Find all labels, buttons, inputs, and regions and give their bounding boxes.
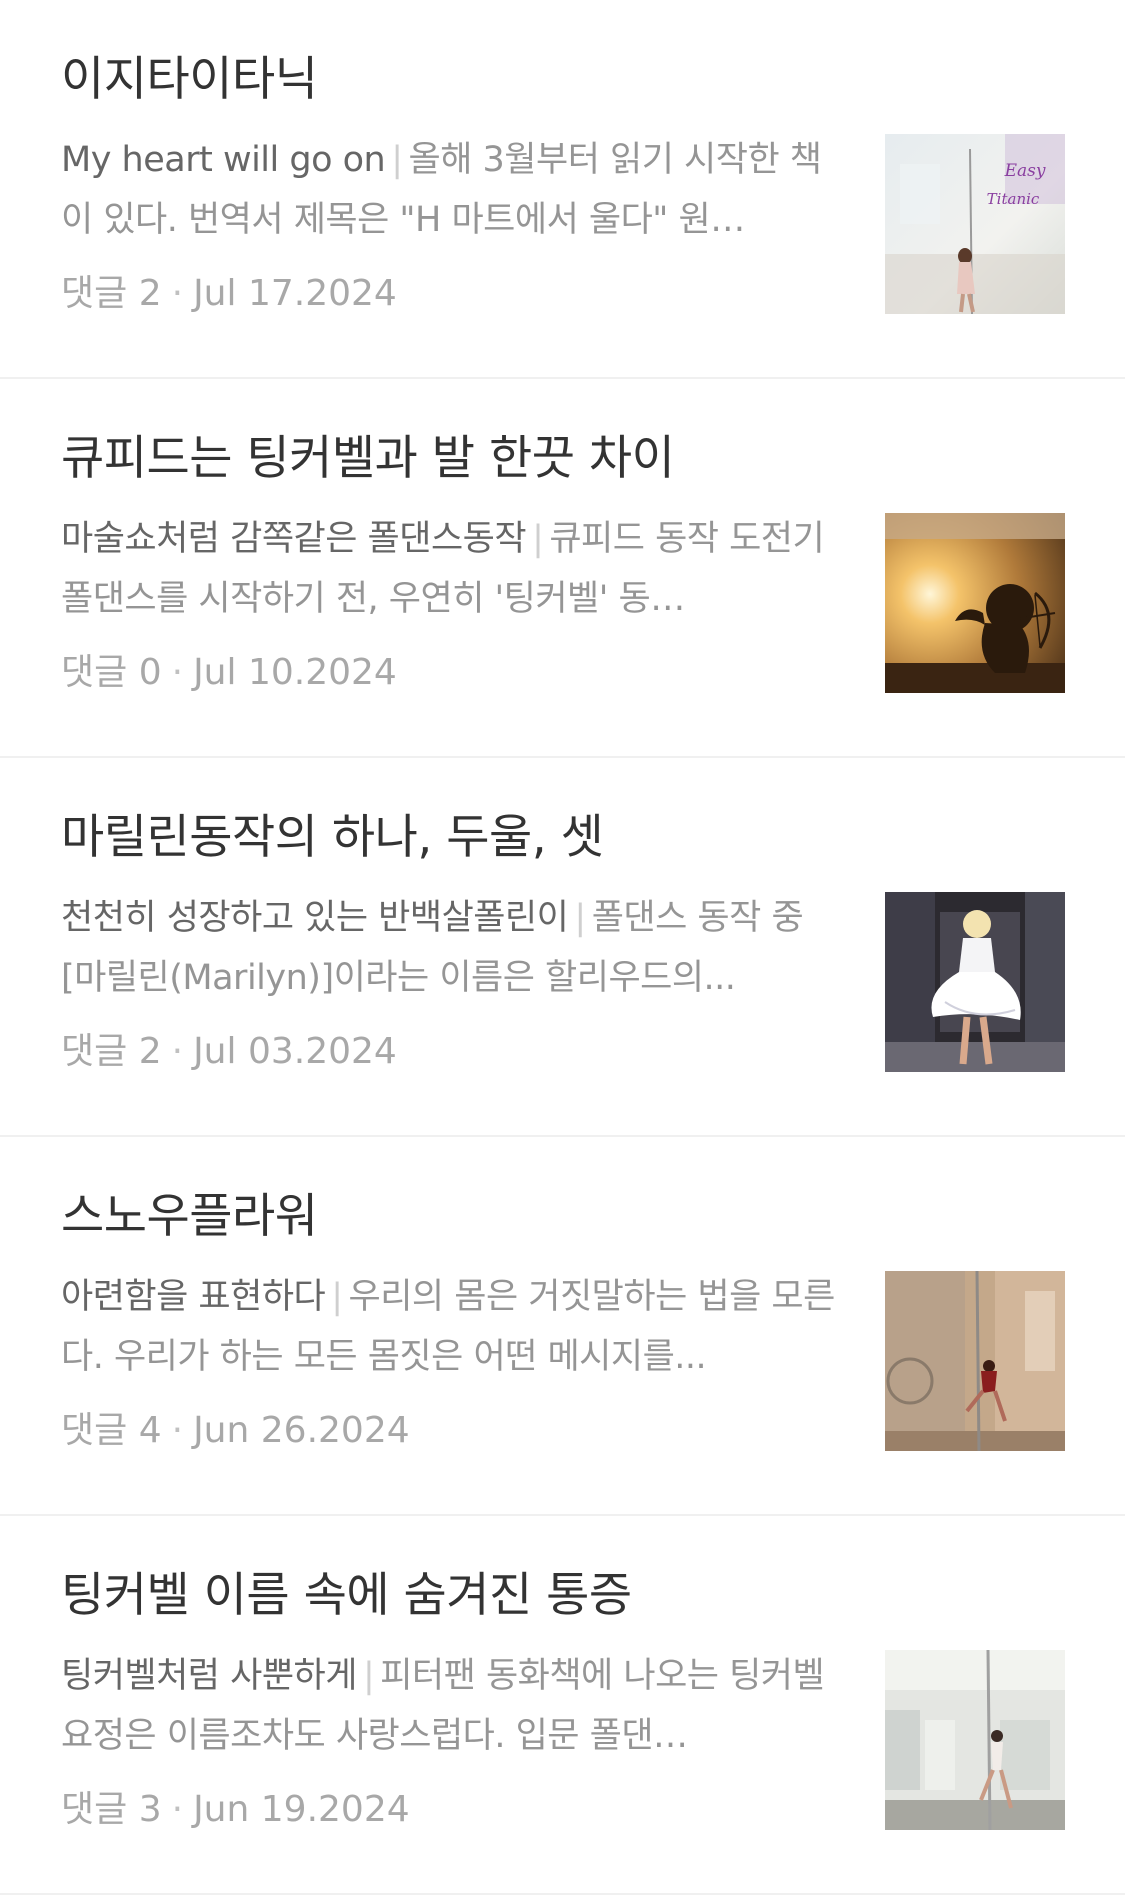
comment-label: 댓글 bbox=[61, 1410, 128, 1451]
meta-dot: · bbox=[171, 273, 184, 314]
post-thumbnail[interactable] bbox=[885, 513, 1065, 693]
post-date: Jul 03.2024 bbox=[193, 1031, 397, 1072]
separator: | bbox=[574, 898, 586, 938]
separator: | bbox=[331, 1277, 343, 1317]
thumbnail-image: Easy Titanic bbox=[885, 134, 1065, 314]
post-excerpt[interactable]: 아련함을 표현하다 | 우리의 몸은 거짓말하는 법을 모른다. 우리가 하는 모든… bbox=[61, 1267, 836, 1387]
post-meta: 댓글 4 · Jun 26.2024 bbox=[61, 1407, 410, 1455]
post-list: 이지타이타닉 My heart will go on | 올해 3월부터 읽기 시작… bbox=[0, 0, 1125, 1896]
post-date: Jun 26.2024 bbox=[193, 1410, 410, 1451]
post-excerpt[interactable]: 천천히 성장하고 있는 반백살폴린이 | 폴댄스 동작 중 [마릴린(Marilyn… bbox=[61, 888, 836, 1008]
post-date: Jul 10.2024 bbox=[193, 652, 397, 693]
post-title[interactable]: 이지타이타닉 bbox=[61, 48, 1065, 112]
post-title[interactable]: 팅커벨 이름 속에 숨겨진 통증 bbox=[61, 1564, 1065, 1628]
post-title[interactable]: 스노우플라워 bbox=[61, 1185, 1065, 1249]
post-meta: 댓글 0 · Jul 10.2024 bbox=[61, 649, 397, 697]
comment-label: 댓글 bbox=[61, 1031, 128, 1072]
post-excerpt[interactable]: 마술쇼처럼 감쪽같은 폴댄스동작 | 큐피드 동작 도전기 폴댄스를 시작하기 전,… bbox=[61, 509, 836, 629]
comment-label: 댓글 bbox=[61, 652, 128, 693]
post-thumbnail[interactable] bbox=[885, 1271, 1065, 1451]
post-date: Jul 17.2024 bbox=[193, 273, 397, 314]
post-thumbnail[interactable] bbox=[885, 1650, 1065, 1830]
thumb-text-titanic: Titanic bbox=[987, 190, 1040, 208]
comment-count: 4 bbox=[138, 1410, 162, 1451]
post-item[interactable]: 이지타이타닉 My heart will go on | 올해 3월부터 읽기 시작… bbox=[0, 0, 1125, 379]
comment-label: 댓글 bbox=[61, 1789, 128, 1830]
post-excerpt[interactable]: My heart will go on | 올해 3월부터 읽기 시작한 책이 있다… bbox=[61, 130, 836, 250]
comment-count: 2 bbox=[138, 1031, 162, 1072]
meta-dot: · bbox=[171, 1410, 184, 1451]
post-excerpt[interactable]: 팅커벨처럼 사뿐하게 | 피터팬 동화책에 나오는 팅커벨 요정은 이름조차도 사랑… bbox=[61, 1646, 836, 1766]
comment-count: 2 bbox=[138, 273, 162, 314]
separator: | bbox=[362, 1656, 375, 1696]
thumb-text-easy: Easy bbox=[1004, 161, 1046, 181]
thumbnail-image bbox=[885, 892, 1065, 1072]
post-title[interactable]: 마릴린동작의 하나, 두울, 셋 bbox=[61, 806, 1065, 870]
meta-dot: · bbox=[171, 652, 184, 693]
post-item[interactable]: 큐피드는 팅커벨과 발 한끗 차이 마술쇼처럼 감쪽같은 폴댄스동작 | 큐피드 동… bbox=[0, 379, 1125, 758]
post-subtitle: 아련함을 표현하다 bbox=[61, 1277, 326, 1317]
post-item[interactable]: 스노우플라워 아련함을 표현하다 | 우리의 몸은 거짓말하는 법을 모른다. 우리… bbox=[0, 1137, 1125, 1516]
post-item[interactable]: 마릴린동작의 하나, 두울, 셋 천천히 성장하고 있는 반백살폴린이 | 폴댄스 … bbox=[0, 758, 1125, 1137]
post-subtitle: 마술쇼처럼 감쪽같은 폴댄스동작 bbox=[61, 519, 527, 559]
thumbnail-image bbox=[885, 513, 1065, 693]
post-thumbnail[interactable] bbox=[885, 892, 1065, 1072]
post-subtitle: 팅커벨처럼 사뿐하게 bbox=[61, 1656, 357, 1696]
post-thumbnail[interactable]: Easy Titanic bbox=[885, 134, 1065, 314]
comment-label: 댓글 bbox=[61, 273, 128, 314]
post-meta: 댓글 2 · Jul 17.2024 bbox=[61, 270, 397, 318]
post-item[interactable]: 팅커벨 이름 속에 숨겨진 통증 팅커벨처럼 사뿐하게 | 피터팬 동화책에 나오는… bbox=[0, 1516, 1125, 1895]
separator: | bbox=[391, 140, 403, 180]
meta-dot: · bbox=[171, 1789, 184, 1830]
comment-count: 3 bbox=[138, 1789, 162, 1830]
thumbnail-image bbox=[885, 1650, 1065, 1830]
separator: | bbox=[532, 519, 544, 559]
post-meta: 댓글 3 · Jun 19.2024 bbox=[61, 1786, 410, 1834]
comment-count: 0 bbox=[138, 652, 162, 693]
meta-dot: · bbox=[171, 1031, 184, 1072]
post-subtitle: 천천히 성장하고 있는 반백살폴린이 bbox=[61, 898, 569, 938]
post-date: Jun 19.2024 bbox=[193, 1789, 410, 1830]
post-title[interactable]: 큐피드는 팅커벨과 발 한끗 차이 bbox=[61, 427, 1065, 491]
post-meta: 댓글 2 · Jul 03.2024 bbox=[61, 1028, 397, 1076]
post-subtitle: My heart will go on bbox=[61, 140, 386, 180]
thumbnail-image bbox=[885, 1271, 1065, 1451]
